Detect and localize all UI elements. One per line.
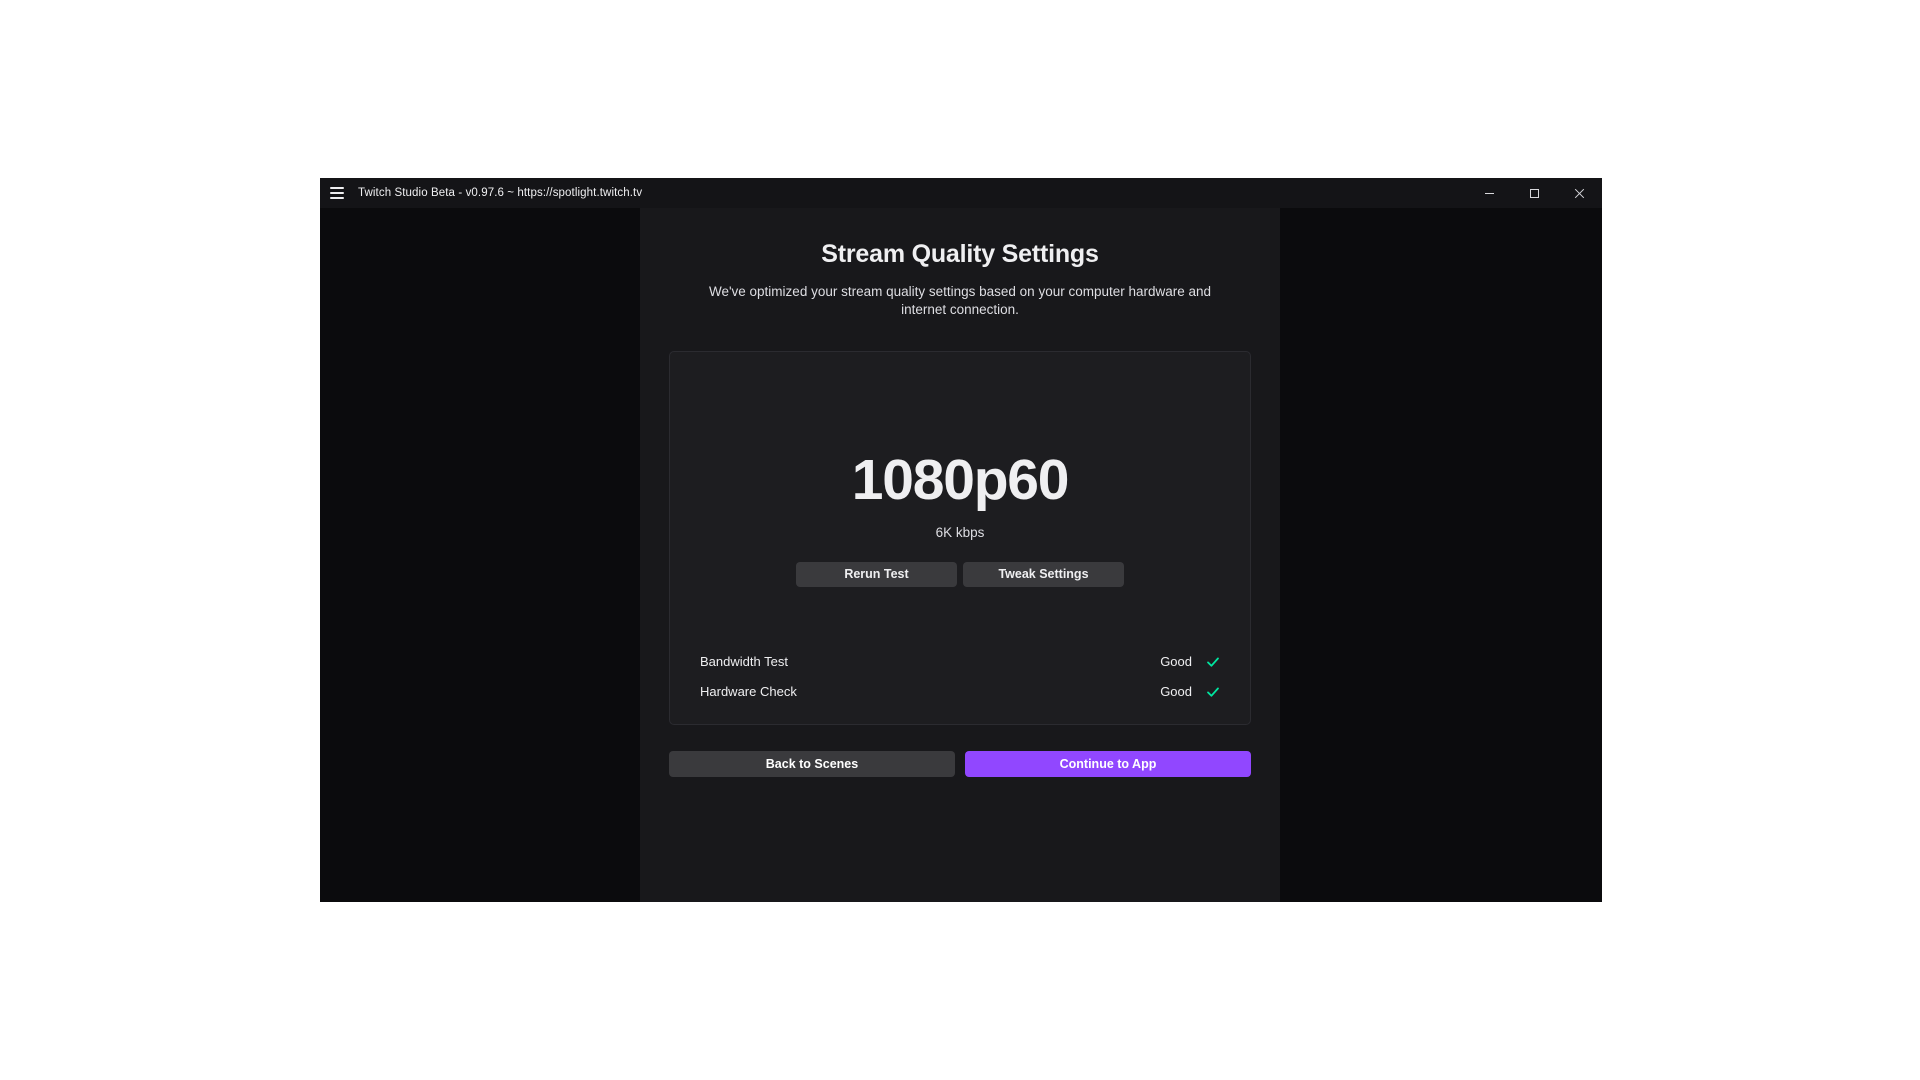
bitrate-value: 6K kbps: [935, 524, 985, 540]
check-status: Good: [1160, 684, 1192, 700]
page-subtitle: We've optimized your stream quality sett…: [708, 284, 1212, 317]
hamburger-line: [330, 187, 344, 189]
footer-actions: Back to Scenes Continue to App: [669, 750, 1251, 777]
left-panel: [320, 208, 640, 902]
window-title: Twitch Studio Beta - v0.97.6 ~ https://s…: [358, 187, 643, 199]
maximize-icon: [1530, 188, 1539, 198]
check-label: Bandwidth Test: [700, 654, 788, 670]
hamburger-line: [330, 192, 344, 194]
page-title: Stream Quality Settings: [821, 240, 1099, 268]
twitch-studio-window: Twitch Studio Beta - v0.97.6 ~ https://s…: [320, 178, 1602, 902]
check-row-hardware-check: Hardware Check Good: [700, 677, 1220, 707]
check-row-bandwidth-test: Bandwidth Test Good: [700, 647, 1220, 677]
minimize-button[interactable]: [1467, 178, 1512, 208]
continue-to-app-button[interactable]: Continue to App: [965, 750, 1251, 777]
window-body: Stream Quality Settings We've optimized …: [320, 208, 1602, 902]
checkmark-icon: [1206, 655, 1220, 669]
title-bar: Twitch Studio Beta - v0.97.6 ~ https://s…: [320, 178, 1602, 208]
hamburger-line: [330, 197, 344, 199]
setup-content: Stream Quality Settings We've optimized …: [669, 208, 1251, 777]
card-actions: Rerun Test Tweak Settings: [796, 561, 1124, 587]
tweak-settings-button[interactable]: Tweak Settings: [963, 561, 1124, 587]
right-panel: [1280, 208, 1602, 902]
check-label: Hardware Check: [700, 684, 797, 700]
minimize-icon: [1485, 192, 1494, 194]
check-status: Good: [1160, 654, 1192, 670]
center-panel: Stream Quality Settings We've optimized …: [640, 208, 1280, 902]
check-list: Bandwidth Test Good Hardware Check Good: [670, 647, 1250, 707]
close-button[interactable]: [1557, 178, 1602, 208]
window-controls: [1467, 178, 1602, 208]
stream-quality-card: 1080p60 6K kbps Rerun Test Tweak Setting…: [669, 350, 1251, 725]
maximize-button[interactable]: [1512, 178, 1557, 208]
close-icon: [1574, 188, 1585, 198]
hamburger-menu-icon[interactable]: [320, 178, 354, 208]
quality-value: 1080p60: [851, 447, 1070, 512]
rerun-test-button[interactable]: Rerun Test: [796, 561, 957, 587]
back-to-scenes-button[interactable]: Back to Scenes: [669, 750, 955, 777]
checkmark-icon: [1206, 685, 1220, 699]
